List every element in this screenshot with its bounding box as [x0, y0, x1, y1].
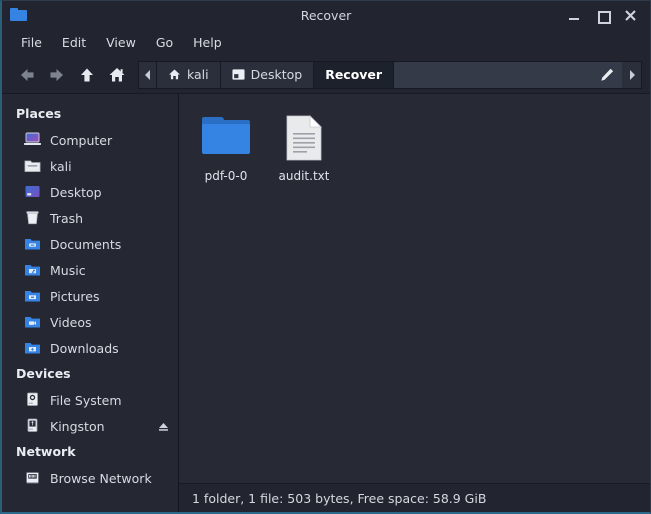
- breadcrumb-desktop-label: Desktop: [250, 67, 303, 82]
- sidebar-item-computer[interactable]: Computer: [2, 127, 178, 153]
- toolbar: kali Desktop Recover: [2, 56, 650, 94]
- breadcrumb-scroll-left-button[interactable]: [138, 60, 156, 89]
- sidebar-group-places-title: Places: [16, 106, 62, 121]
- file-item-label: audit.txt: [278, 169, 330, 183]
- sidebar-item-computer-label: Computer: [50, 132, 113, 148]
- usb-drive-icon: [24, 418, 41, 434]
- sidebar-item-desktop-label: Desktop: [50, 184, 102, 200]
- breadcrumb-kali[interactable]: kali: [156, 60, 220, 89]
- sidebar-item-trash-label: Trash: [50, 210, 84, 226]
- music-folder-icon: [24, 262, 41, 278]
- sidebar-item-browse-network-label: Browse Network: [50, 470, 152, 486]
- title-bar: Recover: [2, 1, 650, 29]
- documents-folder-icon: [24, 236, 41, 252]
- text-document-icon: [278, 112, 330, 164]
- breadcrumb-recover-label: Recover: [325, 67, 383, 82]
- sidebar-item-browse-network[interactable]: Browse Network: [2, 465, 178, 491]
- close-button[interactable]: [623, 8, 637, 22]
- breadcrumb-path-bar: kali Desktop Recover: [138, 60, 642, 89]
- window-title: Recover: [300, 7, 352, 23]
- harddisk-icon: [24, 392, 41, 408]
- sidebar-item-documents-label: Documents: [50, 236, 122, 252]
- minimize-button[interactable]: [567, 8, 581, 22]
- sidebar-item-videos-label: Videos: [50, 314, 92, 330]
- status-text: 1 folder, 1 file: 503 bytes, Free space:…: [192, 490, 487, 506]
- sidebar-item-videos[interactable]: Videos: [2, 309, 178, 335]
- status-bar: 1 folder, 1 file: 503 bytes, Free space:…: [179, 483, 650, 512]
- sidebar-item-kali[interactable]: kali: [2, 153, 178, 179]
- home-button[interactable]: [102, 61, 132, 89]
- sidebar-item-pictures-label: Pictures: [50, 288, 100, 304]
- file-item-folder[interactable]: pdf-0-0: [189, 108, 263, 189]
- sidebar-item-kingston-label: Kingston: [50, 418, 105, 434]
- eject-button[interactable]: [157, 420, 170, 433]
- maximize-button[interactable]: [595, 8, 611, 24]
- arrow-up-icon: [81, 68, 93, 81]
- sidebar-group-network-title: Network: [16, 444, 76, 459]
- sidebar-item-music-label: Music: [50, 262, 86, 278]
- file-list-view[interactable]: pdf-0-0 audit.txt: [179, 94, 650, 483]
- menu-go[interactable]: Go: [146, 32, 183, 53]
- forward-button[interactable]: [42, 61, 72, 89]
- arrow-right-icon: [50, 68, 63, 81]
- folder-icon: [200, 112, 252, 164]
- eject-icon: [159, 422, 168, 431]
- sidebar-item-downloads-label: Downloads: [50, 340, 119, 356]
- sidebar-item-file-system-label: File System: [50, 392, 122, 408]
- sidebar-item-kingston[interactable]: Kingston: [2, 413, 178, 439]
- sidebar-item-kali-label: kali: [50, 158, 72, 174]
- up-button[interactable]: [72, 61, 102, 89]
- desktop-icon: [232, 68, 245, 81]
- arrow-left-icon: [21, 68, 34, 81]
- menu-help[interactable]: Help: [183, 32, 232, 53]
- downloads-folder-icon: [24, 340, 41, 356]
- sidebar-item-trash[interactable]: Trash: [2, 205, 178, 231]
- close-icon: [624, 9, 636, 21]
- pencil-icon: [601, 68, 614, 81]
- menu-view[interactable]: View: [96, 32, 146, 53]
- menu-edit[interactable]: Edit: [52, 32, 96, 53]
- breadcrumb-recover[interactable]: Recover: [313, 60, 394, 89]
- sidebar-item-downloads[interactable]: Downloads: [2, 335, 178, 361]
- breadcrumb-scroll-right-button[interactable]: [622, 60, 642, 89]
- sidebar: Places Computer kali Desktop Trash Docum…: [2, 94, 179, 512]
- sidebar-item-documents[interactable]: Documents: [2, 231, 178, 257]
- triangle-right-icon: [629, 69, 635, 80]
- sidebar-item-music[interactable]: Music: [2, 257, 178, 283]
- menu-file[interactable]: File: [11, 32, 52, 53]
- home-icon: [168, 68, 181, 81]
- home-icon: [109, 67, 125, 81]
- breadcrumb-desktop[interactable]: Desktop: [219, 60, 314, 89]
- window-folder-icon: [10, 8, 28, 22]
- sidebar-item-file-system[interactable]: File System: [2, 387, 178, 413]
- desktop-icon: [24, 184, 41, 200]
- file-item-label: pdf-0-0: [204, 169, 248, 183]
- trash-icon: [24, 210, 41, 226]
- sidebar-item-pictures[interactable]: Pictures: [2, 283, 178, 309]
- path-entry-field[interactable]: [393, 60, 622, 89]
- menu-bar: File Edit View Go Help: [2, 29, 650, 56]
- content-panel: pdf-0-0 audit.txt 1 folder, 1 file: 503 …: [179, 94, 650, 512]
- triangle-left-icon: [144, 69, 150, 80]
- sidebar-item-desktop[interactable]: Desktop: [2, 179, 178, 205]
- videos-folder-icon: [24, 314, 41, 330]
- home-folder-icon: [24, 158, 41, 174]
- window-body: Places Computer kali Desktop Trash Docum…: [2, 94, 650, 512]
- computer-icon: [24, 132, 41, 148]
- network-icon: [24, 470, 41, 486]
- breadcrumb-kali-label: kali: [187, 67, 209, 82]
- file-manager-window: Recover File Edit View Go Help kali Desk…: [0, 0, 651, 514]
- back-button[interactable]: [12, 61, 42, 89]
- pictures-folder-icon: [24, 288, 41, 304]
- file-item-text[interactable]: audit.txt: [267, 108, 341, 189]
- sidebar-group-devices-title: Devices: [16, 366, 71, 381]
- window-controls: [567, 8, 650, 24]
